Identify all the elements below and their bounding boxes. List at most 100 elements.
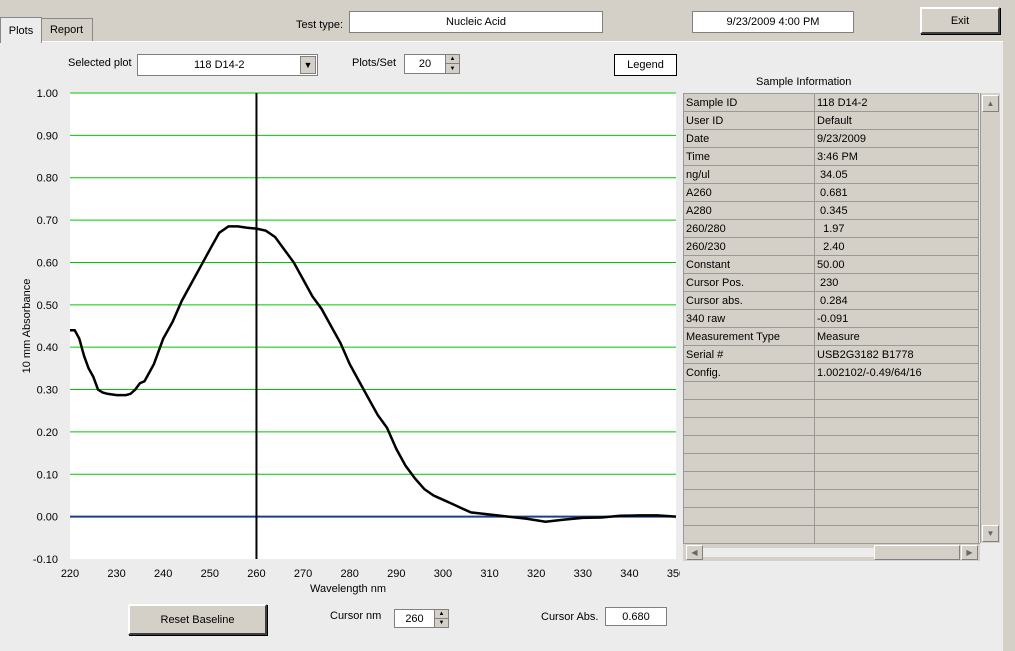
row-key: Cursor abs. xyxy=(683,291,815,310)
row-value: 230 xyxy=(814,273,979,292)
test-type-field: Nucleic Acid xyxy=(349,11,603,33)
row-key xyxy=(683,489,815,508)
x-tick-label: 320 xyxy=(527,568,545,580)
table-row xyxy=(683,471,979,490)
scroll-down-icon[interactable]: ▼ xyxy=(982,525,999,542)
x-tick-label: 240 xyxy=(154,568,172,580)
row-value: 50.00 xyxy=(814,255,979,274)
row-key xyxy=(683,525,815,544)
table-row xyxy=(683,507,979,526)
row-key: User ID xyxy=(683,111,815,130)
y-tick-label: 0.90 xyxy=(37,130,58,142)
scroll-right-icon[interactable]: ▶ xyxy=(961,545,978,560)
table-row: Serial # USB2G3182 B1778 xyxy=(683,345,979,364)
table-row: A280 0.345 xyxy=(683,201,979,220)
row-key xyxy=(683,399,815,418)
plots-per-set-stepper[interactable]: ▲ ▼ xyxy=(445,54,460,74)
row-key: Constant xyxy=(683,255,815,274)
tab-plots-label: Plots xyxy=(8,24,34,37)
row-value xyxy=(814,381,979,400)
table-row: Cursor Pos. 230 xyxy=(683,273,979,292)
plots-per-set-label: Plots/Set xyxy=(352,57,397,69)
table-row xyxy=(683,453,979,472)
row-key: Cursor Pos. xyxy=(683,273,815,292)
y-tick-label: 1.00 xyxy=(37,88,58,100)
row-value xyxy=(814,453,979,472)
row-value: Default xyxy=(814,111,979,130)
row-key xyxy=(683,381,815,400)
exit-button[interactable]: Exit xyxy=(920,7,1000,34)
x-tick-label: 280 xyxy=(341,568,359,580)
row-key xyxy=(683,435,815,454)
chevron-down-icon[interactable]: ▼ xyxy=(300,56,316,74)
tab-report[interactable]: Report xyxy=(40,18,93,41)
vertical-scrollbar[interactable]: ▲ ▼ xyxy=(980,93,1000,543)
legend-button[interactable]: Legend xyxy=(614,54,677,76)
row-value: 118 D14-2 xyxy=(814,93,979,112)
table-row xyxy=(683,489,979,508)
scroll-thumb[interactable] xyxy=(874,545,960,560)
stepper-down-icon[interactable]: ▼ xyxy=(446,64,459,73)
cursor-nm-label: Cursor nm xyxy=(330,610,382,622)
reset-baseline-label: Reset Baseline xyxy=(160,613,235,626)
y-tick-label: 0.60 xyxy=(37,257,58,269)
row-value xyxy=(814,435,979,454)
row-key: Serial # xyxy=(683,345,815,364)
row-value: 34.05 xyxy=(814,165,979,184)
row-key: Date xyxy=(683,129,815,148)
table-row xyxy=(683,399,979,418)
x-tick-label: 270 xyxy=(294,568,312,580)
stepper-up-icon[interactable]: ▲ xyxy=(435,610,448,619)
row-value: 0.345 xyxy=(814,201,979,220)
table-row: User ID Default xyxy=(683,111,979,130)
x-tick-label: 260 xyxy=(247,568,265,580)
datetime-field: 9/23/2009 4:00 PM xyxy=(692,11,854,33)
table-row: 340 raw -0.091 xyxy=(683,309,979,328)
x-axis-label: Wavelength nm xyxy=(310,583,386,595)
x-tick-label: 350 xyxy=(667,568,680,580)
table-row: 260/280 1.97 xyxy=(683,219,979,238)
row-key: A280 xyxy=(683,201,815,220)
y-tick-label: 0.20 xyxy=(37,427,58,439)
scroll-up-icon[interactable]: ▲ xyxy=(982,95,999,112)
table-row: Sample ID 118 D14-2 xyxy=(683,93,979,112)
row-key: 260/230 xyxy=(683,237,815,256)
cursor-nm-input[interactable]: 260 xyxy=(394,609,435,628)
horizontal-scrollbar[interactable]: ◀ ▶ xyxy=(683,543,980,561)
tab-plots[interactable]: Plots xyxy=(0,17,42,43)
row-value: 0.681 xyxy=(814,183,979,202)
y-axis-label: 10 mm Absorbance xyxy=(21,279,33,374)
row-key xyxy=(683,471,815,490)
reset-baseline-button[interactable]: Reset Baseline xyxy=(128,604,267,635)
plots-per-set-input[interactable]: 20 xyxy=(404,54,446,74)
stepper-up-icon[interactable]: ▲ xyxy=(446,55,459,64)
row-key: Config. xyxy=(683,363,815,382)
sample-info-table: Sample ID 118 D14-2 User ID Default Date 9/23… xyxy=(683,93,979,544)
x-tick-label: 250 xyxy=(201,568,219,580)
table-row xyxy=(683,381,979,400)
table-row xyxy=(683,525,979,544)
y-tick-label: 0.30 xyxy=(37,385,58,397)
plot-area xyxy=(70,93,676,559)
cursor-nm-stepper[interactable]: ▲ ▼ xyxy=(434,609,449,628)
row-value: Measure xyxy=(814,327,979,346)
table-row: 260/230 2.40 xyxy=(683,237,979,256)
tab-report-label: Report xyxy=(49,24,84,36)
table-row: A260 0.681 xyxy=(683,183,979,202)
x-tick-label: 220 xyxy=(61,568,79,580)
selected-plot-label: Selected plot xyxy=(68,57,132,69)
row-value xyxy=(814,489,979,508)
scroll-left-icon[interactable]: ◀ xyxy=(686,545,703,560)
table-row: Config. 1.002102/-0.49/64/16 xyxy=(683,363,979,382)
stepper-down-icon[interactable]: ▼ xyxy=(435,619,448,628)
scroll-track[interactable] xyxy=(703,548,874,557)
row-value: 3:46 PM xyxy=(814,147,979,166)
cursor-abs-label: Cursor Abs. xyxy=(541,611,599,623)
row-key: ng/ul xyxy=(683,165,815,184)
x-tick-label: 310 xyxy=(480,568,498,580)
x-tick-label: 230 xyxy=(107,568,125,580)
row-key: Time xyxy=(683,147,815,166)
selected-plot-select[interactable]: 118 D14-2 ▼ xyxy=(137,54,318,76)
table-row: Cursor abs. 0.284 xyxy=(683,291,979,310)
row-value xyxy=(814,507,979,526)
